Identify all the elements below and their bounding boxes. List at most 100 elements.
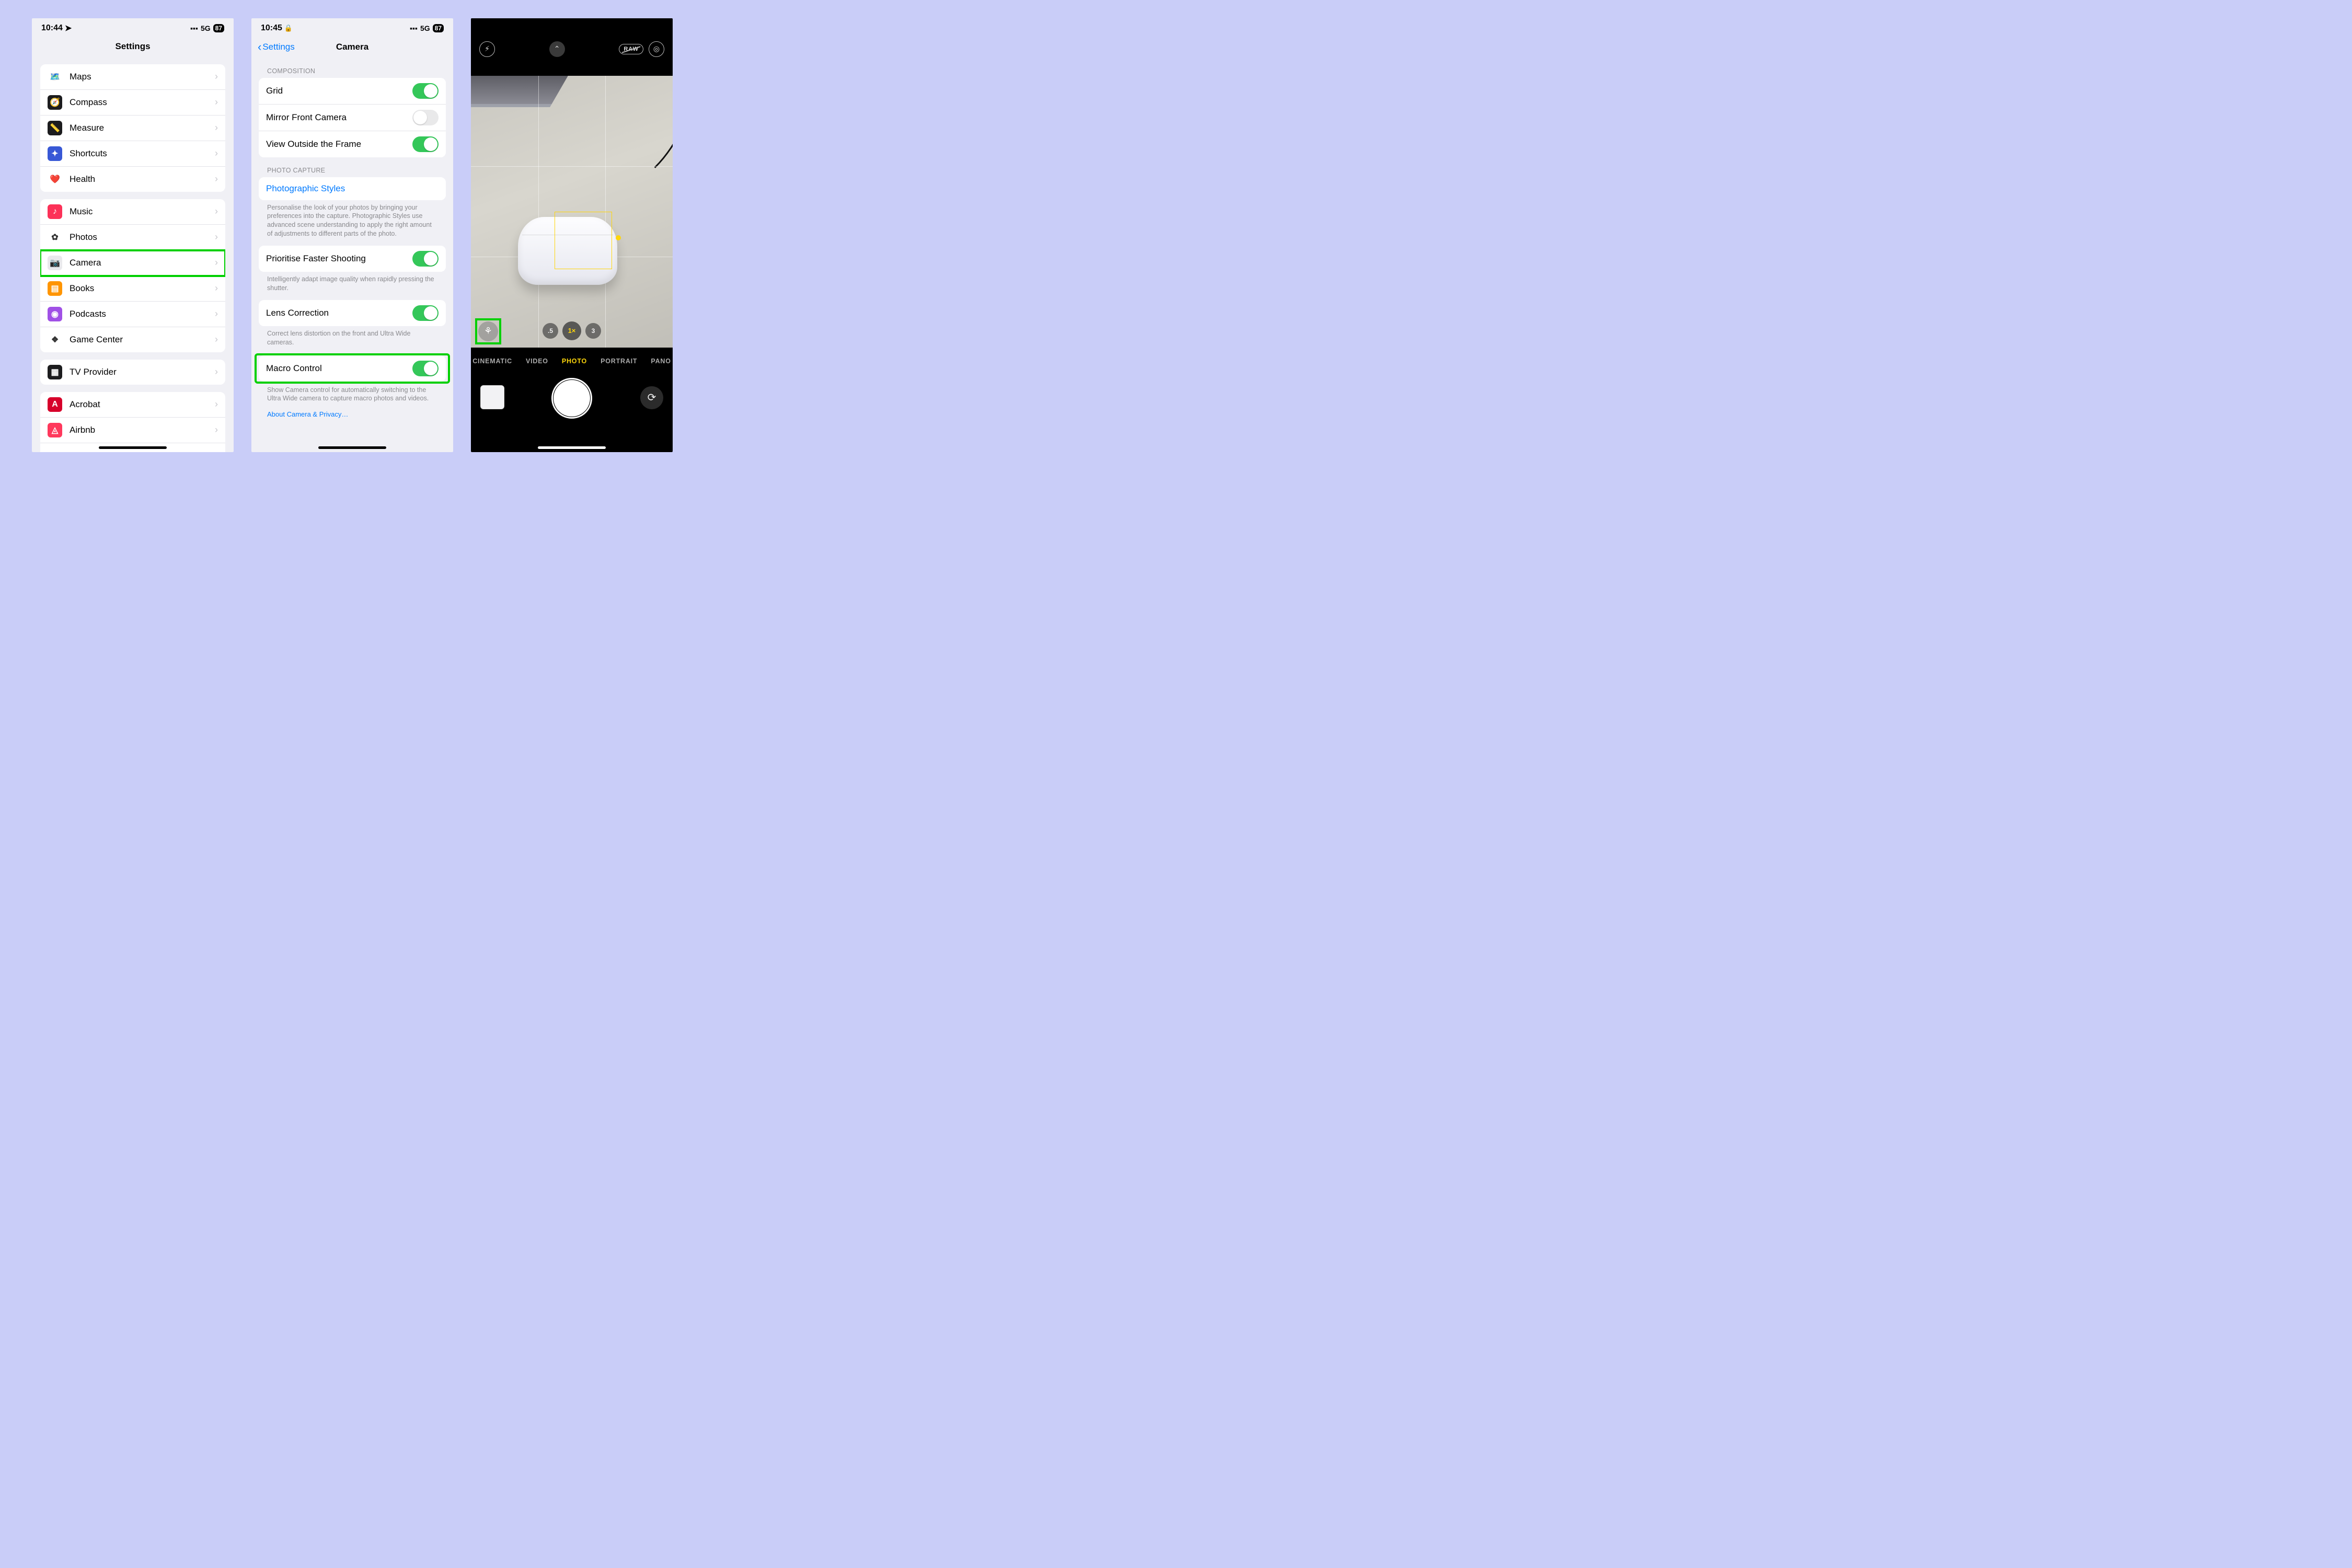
shutter-button[interactable] [554,380,590,417]
settings-row-camera[interactable]: 📷Camera› [40,250,225,276]
acrobat-icon: A [48,397,62,412]
health-icon: ❤️ [48,172,62,187]
mode-portrait[interactable]: PORTRAIT [601,358,637,365]
last-photo-thumbnail[interactable] [480,385,504,409]
macro-mode-button[interactable]: ⚘ [478,321,498,341]
settings-row-compass[interactable]: 🧭 Compass› [40,90,225,116]
home-indicator[interactable] [538,446,606,449]
settings-row-measure[interactable]: 📏Measure› [40,116,225,141]
compass-icon: 🧭 [48,95,62,110]
grid-line [538,76,539,348]
zoom-3x[interactable]: 3 [585,323,601,339]
chevron-right-icon: › [215,308,218,319]
location-icon: ➤ [65,23,72,33]
flash-off-icon: ⚡︎ [485,44,490,53]
footer-lens: Correct lens distortion on the front and… [251,326,453,347]
settings-row-acrobat[interactable]: AAcrobat› [40,392,225,418]
row-label: Podcasts [70,309,215,319]
toggle-macro[interactable] [412,361,439,376]
home-indicator[interactable] [99,446,167,449]
toggle-lens[interactable] [412,305,439,321]
row-label: Music [70,206,215,217]
row-grid[interactable]: Grid [259,78,446,105]
status-bar: 10:45 🔒 ▪▪▪ 5G 87 [251,18,453,31]
row-label: Macro Control [266,363,412,374]
home-indicator[interactable] [318,446,386,449]
status-bar: 10:44 ➤ ▪▪▪ 5G 87 [32,18,234,31]
switch-camera-button[interactable]: ⟳ [640,386,663,409]
section-header-composition: COMPOSITION [251,58,453,78]
settings-row-tv-provider[interactable]: ▦TV Provider› [40,360,225,385]
settings-group-tv: ▦TV Provider› [40,360,225,385]
footer-styles: Personalise the look of your photos by b… [251,200,453,239]
composition-group: Grid Mirror Front Camera View Outside th… [259,78,446,157]
row-photographic-styles[interactable]: Photographic Styles [259,177,446,200]
zoom-0-5x[interactable]: .5 [543,323,558,339]
camera-bottom-bar: ⟳ [471,371,673,449]
row-label: Shortcuts [70,148,215,159]
row-label: Mirror Front Camera [266,112,412,123]
network-label: 5G [201,24,211,32]
row-label: Prioritise Faster Shooting [266,253,412,264]
live-photo-off-button[interactable]: ◎ [649,41,664,57]
camera-mode-selector[interactable]: CINEMATIC VIDEO PHOTO PORTRAIT PANO [471,352,673,371]
highlight-macro-row: Macro Control [257,355,448,382]
settings-row-podcasts[interactable]: ◉Podcasts› [40,302,225,327]
grid-line [471,166,673,167]
settings-row-books[interactable]: ▤Books› [40,276,225,302]
camera-top-bar: ⚡︎ ⌃ RAW ◎ [471,18,673,76]
mode-photo[interactable]: PHOTO [562,358,587,365]
photos-icon: ✿ [48,230,62,245]
footer-macro: Show Camera control for automatically sw… [251,383,453,403]
settings-row-game-center[interactable]: ❖Game Center› [40,327,225,352]
section-header-capture: PHOTO CAPTURE [251,157,453,177]
settings-row-maps[interactable]: 🗺️Maps› [40,64,225,90]
row-label: Compass [70,97,215,108]
privacy-link[interactable]: About Camera & Privacy… [251,403,453,425]
books-icon: ▤ [48,281,62,296]
row-label: Camera [70,258,215,268]
airbnb-icon: ◬ [48,423,62,437]
expand-controls-button[interactable]: ⌃ [549,41,565,57]
page-title: Settings [32,31,234,57]
row-label: Amazon [70,451,215,452]
settings-row-photos[interactable]: ✿Photos› [40,225,225,250]
toggle-view-outside[interactable] [412,136,439,152]
chevron-right-icon: › [215,122,218,133]
chevron-right-icon: › [215,450,218,452]
row-faster-shooting[interactable]: Prioritise Faster Shooting [259,246,446,272]
game-center-icon: ❖ [48,332,62,347]
focus-indicator[interactable] [555,212,612,269]
zoom-1x[interactable]: 1× [562,321,581,340]
mode-cinematic[interactable]: CINEMATIC [472,358,512,365]
raw-toggle-button[interactable]: RAW [619,44,643,54]
settings-row-music[interactable]: ♪Music› [40,199,225,225]
photographic-styles-group: Photographic Styles [259,177,446,200]
row-mirror-front[interactable]: Mirror Front Camera [259,105,446,131]
row-view-outside[interactable]: View Outside the Frame [259,131,446,157]
exposure-sun-icon[interactable] [616,235,621,240]
tv-provider-icon: ▦ [48,365,62,379]
toggle-mirror[interactable] [412,110,439,125]
settings-row-health[interactable]: ❤️Health› [40,167,225,192]
mode-pano[interactable]: PANO [651,358,671,365]
toggle-faster[interactable] [412,251,439,267]
battery-level: 87 [213,24,224,32]
row-lens-correction[interactable]: Lens Correction [259,300,446,326]
faster-shooting-group: Prioritise Faster Shooting [259,246,446,272]
zoom-selector[interactable]: .5 1× 3 [543,321,601,340]
row-label: TV Provider [70,367,215,377]
camera-app-screen: ⚡︎ ⌃ RAW ◎ ⚘ [471,18,673,452]
settings-row-shortcuts[interactable]: ✦Shortcuts› [40,141,225,167]
row-label: Lens Correction [266,308,412,318]
camera-viewfinder[interactable]: ⚘ .5 1× 3 [471,76,673,348]
settings-row-airbnb[interactable]: ◬ Airbnb› [40,418,225,443]
chevron-right-icon: › [215,97,218,108]
row-macro-control[interactable]: Macro Control [259,355,446,382]
scene-wire [537,76,673,206]
flash-off-button[interactable]: ⚡︎ [479,41,495,57]
chevron-right-icon: › [215,424,218,435]
mode-video[interactable]: VIDEO [526,358,548,365]
row-label: Airbnb [70,425,215,435]
toggle-grid[interactable] [412,83,439,99]
